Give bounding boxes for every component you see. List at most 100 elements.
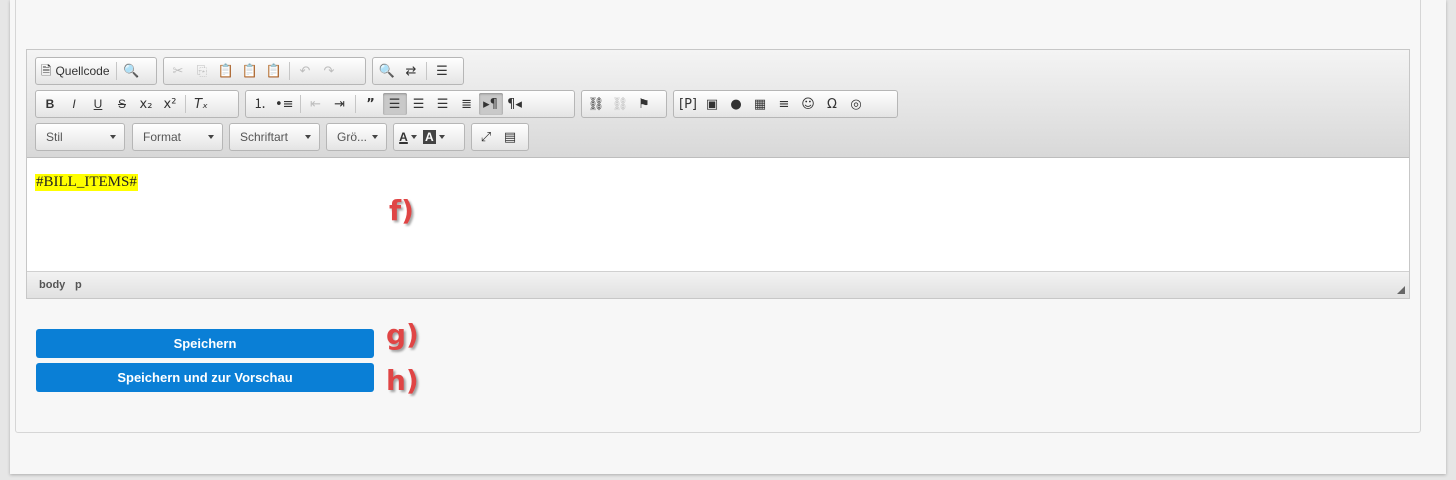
align-right-button[interactable]: ☰	[431, 93, 455, 115]
font-size-dropdown[interactable]: Grö...	[326, 123, 387, 151]
chevron-down-icon	[305, 135, 311, 139]
subscript-icon: x₂	[139, 96, 153, 112]
bold-button[interactable]: B	[38, 93, 62, 115]
placeholder-icon: [P]	[679, 96, 697, 112]
unlink-button[interactable]: ⛓	[608, 93, 632, 115]
style-dropdown[interactable]: Stil	[35, 123, 125, 151]
rich-text-editor: 🗎 Quellcode 🔍 ✂ ⎘ 📋 📋 📋 ↶ ↷ 🔍 ⇄ ☰ B I U …	[26, 49, 1410, 299]
strike-button[interactable]: S	[110, 93, 134, 115]
separator	[354, 95, 356, 113]
background-color-button[interactable]: A	[420, 126, 448, 148]
align-left-icon: ☰	[388, 96, 401, 112]
links-group: ⛓ ⛓ ⚑	[581, 90, 667, 118]
horizontal-rule-icon: ≡	[778, 96, 790, 112]
replace-icon: ⇄	[405, 63, 417, 79]
bulleted-list-icon: •≡	[275, 96, 294, 112]
flash-button[interactable]: ●	[724, 93, 748, 115]
align-center-button[interactable]: ☰	[407, 93, 431, 115]
justify-button[interactable]: ≣	[455, 93, 479, 115]
text-color-button[interactable]: A	[396, 126, 420, 148]
clipboard-group: ✂ ⎘ 📋 📋 📋 ↶ ↷	[163, 57, 366, 85]
underline-button[interactable]: U	[86, 93, 110, 115]
path-item-body[interactable]: body	[39, 279, 65, 291]
remove-format-button[interactable]: Tₓ	[189, 93, 213, 115]
save-button[interactable]: Speichern	[36, 329, 374, 358]
indent-icon: ⇥	[334, 96, 346, 112]
path-item-p[interactable]: p	[75, 279, 82, 291]
search-icon: 🔍	[378, 63, 396, 79]
undo-icon: ↶	[299, 63, 311, 79]
outdent-icon: ⇤	[310, 96, 322, 112]
blockquote-button[interactable]: ”	[359, 93, 383, 115]
placeholder-button[interactable]: [P]	[676, 93, 700, 115]
font-dropdown[interactable]: Schriftart	[229, 123, 320, 151]
rtl-icon: ¶◂	[507, 96, 522, 112]
separator	[299, 95, 301, 113]
separator	[426, 62, 427, 80]
table-button[interactable]: ▦	[748, 93, 772, 115]
cut-icon: ✂	[172, 63, 184, 79]
maximize-button[interactable]: ⤢	[474, 126, 498, 148]
format-dropdown[interactable]: Format	[132, 123, 223, 151]
flash-icon: ●	[730, 96, 742, 112]
align-left-button[interactable]: ☰	[382, 93, 407, 115]
text-direction-ltr-button[interactable]: ▸¶	[478, 93, 503, 115]
find-button[interactable]: 🔍	[375, 60, 399, 82]
undo-button[interactable]: ↶	[293, 60, 317, 82]
resize-handle[interactable]	[1397, 286, 1405, 294]
smiley-button[interactable]: ☺	[796, 93, 820, 115]
redo-button[interactable]: ↷	[317, 60, 341, 82]
text-color-icon: A	[399, 130, 408, 144]
bulleted-list-button[interactable]: •≡	[272, 93, 297, 115]
annotation-g: g)	[386, 318, 419, 351]
show-blocks-icon: ▤	[503, 129, 517, 145]
superscript-button[interactable]: x²	[158, 93, 182, 115]
smiley-icon: ☺	[801, 96, 815, 112]
numbered-list-icon: ⒈	[253, 96, 267, 112]
outdent-button[interactable]: ⇤	[304, 93, 328, 115]
source-button[interactable]: 🗎 Quellcode	[38, 60, 113, 82]
iframe-button[interactable]: ◎	[844, 93, 868, 115]
copy-button[interactable]: ⎘	[190, 60, 214, 82]
chevron-down-icon	[110, 135, 116, 139]
horizontal-rule-button[interactable]: ≡	[772, 93, 796, 115]
redo-icon: ↷	[323, 63, 335, 79]
indent-button[interactable]: ⇥	[328, 93, 352, 115]
cut-button[interactable]: ✂	[166, 60, 190, 82]
save-and-preview-button[interactable]: Speichern und zur Vorschau	[36, 363, 374, 392]
image-button[interactable]: ▣	[700, 93, 724, 115]
justify-icon: ≣	[461, 96, 473, 112]
subscript-button[interactable]: x₂	[134, 93, 158, 115]
quote-icon: ”	[366, 96, 375, 112]
preview-button[interactable]: 🔍	[120, 60, 144, 82]
ltr-icon: ▸¶	[483, 96, 498, 112]
editor-content-area[interactable]: #BILL_ITEMS#	[27, 158, 1409, 271]
link-button[interactable]: ⛓	[584, 93, 608, 115]
copy-icon: ⎘	[196, 63, 208, 79]
align-center-icon: ☰	[412, 96, 425, 112]
superscript-icon: x²	[163, 96, 177, 112]
select-all-icon: ☰	[436, 63, 448, 79]
paste-word-button[interactable]: 📋	[262, 60, 286, 82]
background-color-icon: A	[423, 130, 436, 144]
numbered-list-button[interactable]: ⒈	[248, 93, 272, 115]
chevron-down-icon	[372, 135, 378, 139]
font-size-dropdown-label: Grö...	[337, 130, 368, 144]
chevron-down-icon	[438, 135, 445, 139]
tools-group: ⤢ ▤	[471, 123, 529, 151]
source-label: Quellcode	[55, 64, 110, 78]
document-group: 🗎 Quellcode 🔍	[35, 57, 157, 85]
anchor-button[interactable]: ⚑	[632, 93, 656, 115]
show-blocks-button[interactable]: ▤	[498, 126, 522, 148]
paste-button[interactable]: 📋	[214, 60, 238, 82]
source-icon: 🗎	[41, 63, 52, 79]
paste-text-icon: 📋	[241, 63, 259, 79]
format-dropdown-label: Format	[143, 130, 182, 144]
select-all-button[interactable]: ☰	[430, 60, 454, 82]
omega-icon: Ω	[827, 96, 837, 112]
special-char-button[interactable]: Ω	[820, 93, 844, 115]
paste-text-button[interactable]: 📋	[238, 60, 262, 82]
italic-button[interactable]: I	[62, 93, 86, 115]
replace-button[interactable]: ⇄	[399, 60, 423, 82]
text-direction-rtl-button[interactable]: ¶◂	[503, 93, 527, 115]
